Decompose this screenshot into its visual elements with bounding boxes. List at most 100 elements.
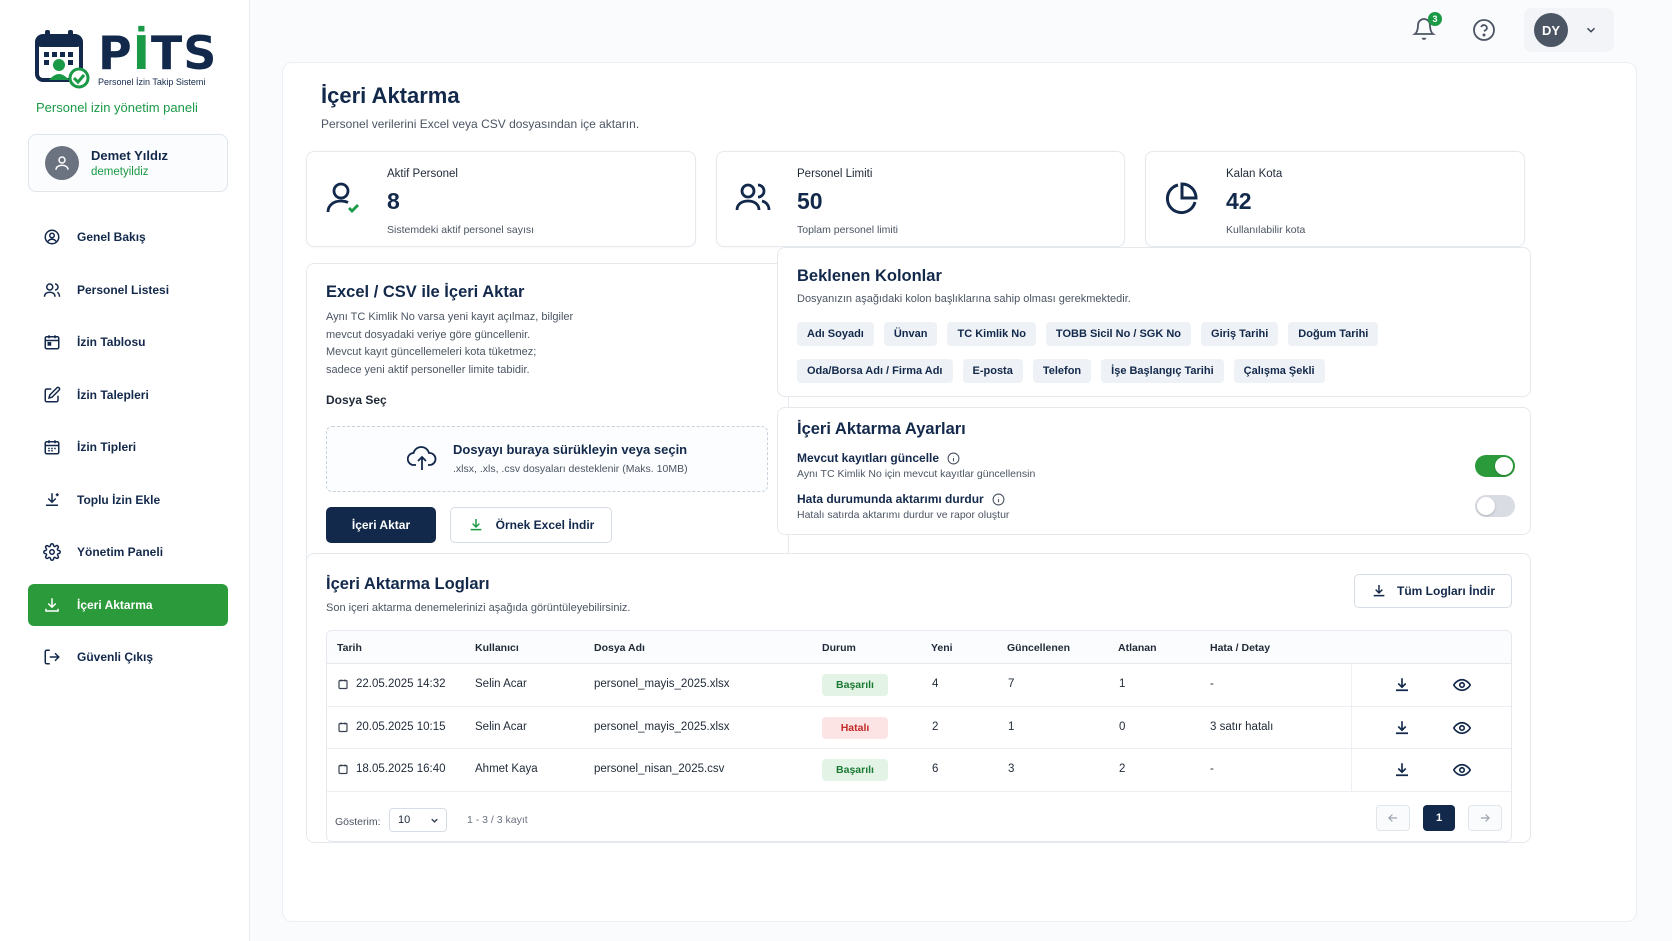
status-badge: Başarılı: [822, 759, 888, 781]
table-row: 20.05.2025 10:15 Selin Acar personel_may…: [327, 707, 1511, 749]
cell-skipped: 1: [1119, 678, 1126, 690]
file-dropzone[interactable]: Dosyayı buraya sürükleyin veya seçin .xl…: [326, 426, 768, 492]
logo[interactable]: PİTS Personel İzin Takip Sistemi: [34, 28, 217, 90]
cell-updated: 1: [1008, 720, 1015, 733]
column-chip: TC Kimlik No: [947, 322, 1036, 346]
cell-date: 18.05.2025 16:40: [337, 763, 446, 775]
pagination: Gösterim: 10 1 - 3 / 3 kayıt 1: [327, 801, 1511, 841]
import-button[interactable]: İçeri Aktar: [326, 507, 436, 543]
import-icon: [45, 597, 59, 612]
page-title: İçeri Aktarma: [321, 83, 460, 108]
cell-date: 20.05.2025 10:15: [337, 721, 446, 733]
dropzone-hint: .xlsx, .xls, .csv dosyaları desteklenir …: [453, 463, 688, 475]
arrow-right-icon: [1480, 814, 1490, 822]
logo-subtitle: Personel İzin Takip Sistemi: [98, 77, 206, 87]
logout-icon: [44, 649, 60, 665]
profile-menu[interactable]: DY: [1524, 8, 1614, 52]
eye-icon[interactable]: [1453, 761, 1471, 779]
page-button-current[interactable]: 1: [1423, 805, 1455, 831]
stat-value: 8: [387, 188, 400, 214]
download-sample-label: Örnek Excel İndir: [495, 518, 595, 532]
cell-user: Ahmet Kaya: [475, 763, 538, 775]
calendar-icon: [338, 764, 348, 775]
sidebar-item-label: İçeri Aktarma: [77, 597, 153, 612]
download-icon[interactable]: [1393, 761, 1411, 779]
sidebar-item-yonetim-paneli[interactable]: Yönetim Paneli: [28, 531, 228, 573]
logs-card-title: İçeri Aktarma Logları: [326, 575, 490, 593]
eye-icon[interactable]: [1453, 719, 1471, 737]
cell-detail: -: [1210, 678, 1214, 690]
avatar: [45, 146, 79, 180]
import-settings-card: İçeri Aktarma Ayarları Mevcut kayıtları …: [777, 407, 1531, 535]
sidebar-item-label: Güvenli Çıkış: [77, 650, 154, 664]
user-handle: demetyildiz: [91, 166, 149, 178]
user-icon: [55, 156, 69, 170]
column-chips: Adı Soyadı Ünvan TC Kimlik No TOBB Sicil No…: [797, 322, 1397, 396]
status-badge: Hatalı: [822, 716, 888, 739]
download-icon[interactable]: [1393, 719, 1411, 737]
stat-desc: Sistemdeki aktif personel sayısı: [387, 224, 535, 236]
cell-new: 4: [932, 678, 939, 690]
toggle-update-existing[interactable]: [1475, 455, 1515, 477]
toggle-stop-on-error[interactable]: [1475, 495, 1515, 517]
prev-page-button[interactable]: [1376, 805, 1410, 831]
user-card[interactable]: Demet Yıldız demetyildiz: [28, 134, 228, 192]
sidebar-item-toplu-izin-ekle[interactable]: Toplu İzin Ekle: [28, 479, 228, 521]
info-icon[interactable]: [947, 452, 960, 465]
file-select-label: Dosya Seç: [326, 393, 387, 407]
th-user: Kullanıcı: [475, 642, 519, 654]
user-check-icon: [326, 182, 359, 213]
cell-file: personel_mayis_2025.xlsx: [594, 720, 730, 733]
stat-card-remaining-quota: Kalan Kota 42 Kullanılabilir kota: [1145, 151, 1525, 247]
download-icon[interactable]: [1393, 676, 1411, 694]
sidebar: PİTS Personel İzin Takip Sistemi Persone…: [0, 0, 250, 941]
sidebar-item-iceri-aktarma[interactable]: İçeri Aktarma: [28, 583, 228, 626]
next-page-button[interactable]: [1468, 805, 1502, 831]
users-icon: [43, 282, 61, 297]
cell-skipped: 0: [1119, 720, 1126, 733]
notifications-button[interactable]: 3: [1412, 12, 1442, 41]
help-button[interactable]: [1472, 18, 1496, 42]
import-card-title: Excel / CSV ile İçeri Aktar: [326, 283, 525, 301]
sidebar-item-label: Personel Listesi: [77, 282, 170, 297]
sidebar-item-izin-talepleri[interactable]: İzin Talepleri: [28, 374, 228, 416]
page-size-select[interactable]: 10: [389, 808, 447, 832]
setting-stop-on-error: Hata durumunda aktarımı durdur: [797, 492, 1005, 506]
download-all-logs-button[interactable]: Tüm Logları İndir: [1354, 574, 1512, 608]
logs-table: Tarih Kullanıcı Dosya Adı Durum Yeni Gün…: [326, 630, 1512, 842]
import-logs-card: İçeri Aktarma Logları Son içeri aktarma …: [306, 553, 1531, 843]
th-skipped: Atlanan: [1118, 642, 1157, 654]
th-detail: Hata / Detay: [1210, 642, 1271, 654]
column-chip: E-posta: [962, 359, 1023, 383]
gear-icon: [43, 543, 61, 561]
eye-icon[interactable]: [1453, 676, 1471, 694]
cloud-upload-icon: [407, 446, 437, 470]
sidebar-item-izin-tipleri[interactable]: İzin Tipleri: [28, 426, 228, 468]
calendar-icon: [44, 335, 60, 350]
sidebar-item-guvenli-cikis[interactable]: Güvenli Çıkış: [28, 636, 228, 678]
setting-update-existing: Mevcut kayıtları güncelle: [797, 451, 960, 465]
sidebar-item-genel-bakis[interactable]: Genel Bakış: [28, 216, 228, 258]
download-all-logs-label: Tüm Logları İndir: [1397, 584, 1495, 598]
sidebar-item-label: İzin Talepleri: [77, 387, 149, 402]
help-icon: [1473, 19, 1495, 41]
sidebar-item-personel-listesi[interactable]: Personel Listesi: [28, 269, 228, 311]
user-name: Demet Yıldız: [91, 148, 169, 163]
stat-label: Personel Limiti: [797, 168, 873, 180]
main-panel: İçeri Aktarma Personel verilerini Excel …: [282, 62, 1637, 922]
calendar-icon: [338, 679, 348, 690]
chevron-down-icon: [1586, 27, 1596, 33]
sidebar-item-label: Genel Bakış: [77, 230, 146, 244]
info-icon[interactable]: [992, 493, 1005, 506]
download-icon: [1373, 585, 1385, 597]
settings-card-title: İçeri Aktarma Ayarları: [797, 420, 966, 438]
cell-user: Selin Acar: [475, 720, 527, 733]
cell-updated: 7: [1008, 678, 1015, 690]
column-chip: Giriş Tarihi: [1201, 322, 1279, 346]
download-sample-button[interactable]: Örnek Excel İndir: [450, 507, 612, 543]
page-size-label: Gösterim:: [335, 816, 381, 828]
sidebar-nav: Genel Bakış Personel Listesi İzin Tablos…: [28, 216, 228, 689]
cell-new: 6: [932, 763, 939, 775]
cell-date: 22.05.2025 14:32: [337, 678, 446, 690]
sidebar-item-izin-tablosu[interactable]: İzin Tablosu: [28, 321, 228, 363]
